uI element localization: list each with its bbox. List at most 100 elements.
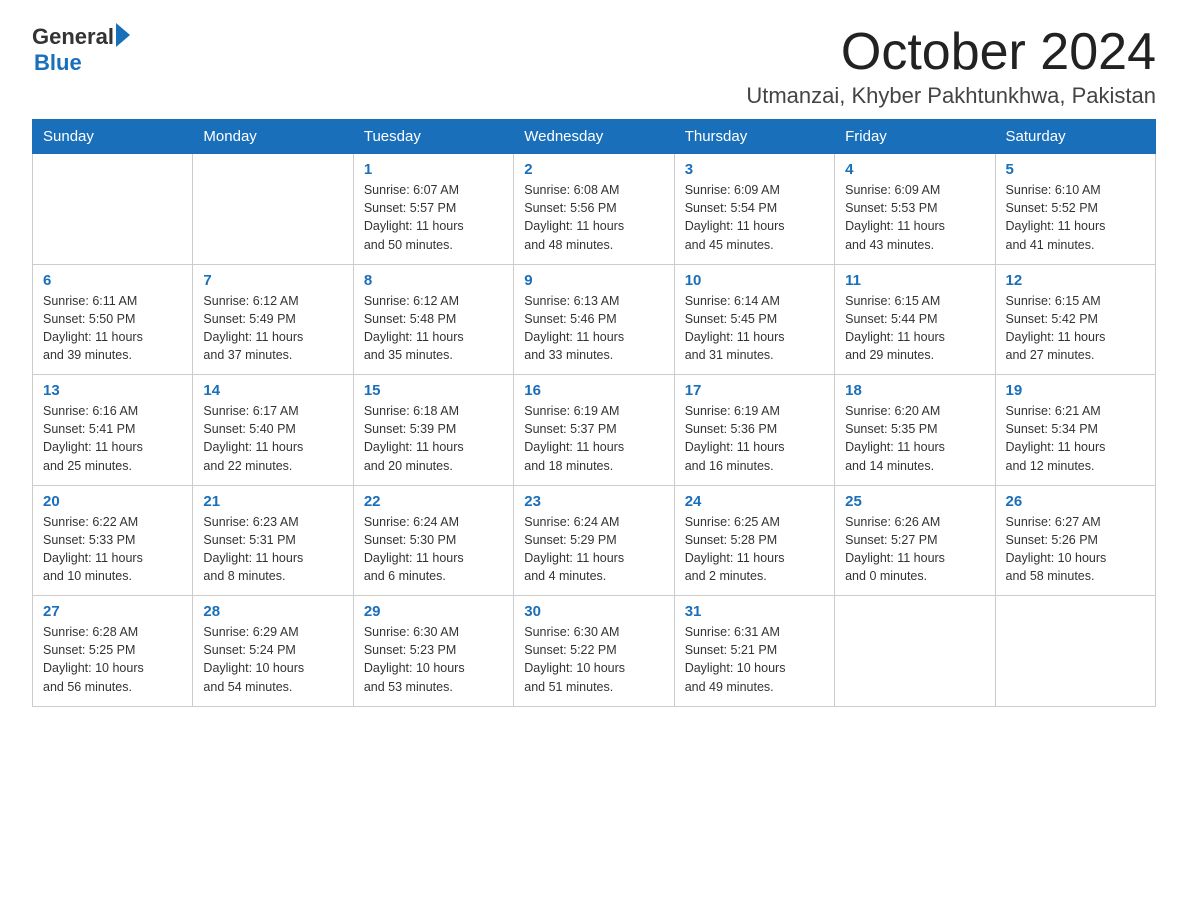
calendar-week-row: 1 Sunrise: 6:07 AM Sunset: 5:57 PM Daylig…: [33, 154, 1156, 265]
day-info: Sunrise: 6:12 AM Sunset: 5:48 PM Dayligh…: [364, 292, 503, 365]
day-info: Sunrise: 6:25 AM Sunset: 5:28 PM Dayligh…: [685, 513, 824, 586]
calendar-cell: 20 Sunrise: 6:22 AM Sunset: 5:33 PM Dayli…: [33, 485, 193, 596]
day-info: Sunrise: 6:09 AM Sunset: 5:54 PM Dayligh…: [685, 181, 824, 254]
day-info: Sunrise: 6:19 AM Sunset: 5:37 PM Dayligh…: [524, 402, 663, 475]
calendar-cell: [33, 154, 193, 265]
day-number: 20: [43, 493, 182, 510]
day-info: Sunrise: 6:14 AM Sunset: 5:45 PM Dayligh…: [685, 292, 824, 365]
month-title: October 2024: [746, 24, 1156, 81]
calendar-week-row: 20 Sunrise: 6:22 AM Sunset: 5:33 PM Dayli…: [33, 485, 1156, 596]
calendar-cell: 8 Sunrise: 6:12 AM Sunset: 5:48 PM Daylig…: [353, 264, 513, 375]
calendar-cell: 24Sunrise: 6:25 AM Sunset: 5:28 PM Dayli…: [674, 485, 834, 596]
day-number: 29: [364, 603, 503, 620]
logo-blue-text: Blue: [34, 50, 82, 75]
day-info: Sunrise: 6:30 AM Sunset: 5:22 PM Dayligh…: [524, 623, 663, 696]
day-info: Sunrise: 6:17 AM Sunset: 5:40 PM Dayligh…: [203, 402, 342, 475]
day-number: 14: [203, 382, 342, 399]
day-info: Sunrise: 6:16 AM Sunset: 5:41 PM Dayligh…: [43, 402, 182, 475]
day-info: Sunrise: 6:20 AM Sunset: 5:35 PM Dayligh…: [845, 402, 984, 475]
calendar-cell: 23 Sunrise: 6:24 AM Sunset: 5:29 PM Dayli…: [514, 485, 674, 596]
day-info: Sunrise: 6:11 AM Sunset: 5:50 PM Dayligh…: [43, 292, 182, 365]
calendar-header-wednesday: Wednesday: [514, 120, 674, 154]
day-info: Sunrise: 6:27 AM Sunset: 5:26 PM Dayligh…: [1006, 513, 1145, 586]
day-number: 27: [43, 603, 182, 620]
day-info: Sunrise: 6:15 AM Sunset: 5:42 PM Dayligh…: [1006, 292, 1145, 365]
day-number: 12: [1006, 272, 1145, 289]
calendar-cell: [835, 596, 995, 707]
calendar-cell: 6 Sunrise: 6:11 AM Sunset: 5:50 PM Daylig…: [33, 264, 193, 375]
day-number: 4: [845, 161, 984, 178]
calendar-cell: 16 Sunrise: 6:19 AM Sunset: 5:37 PM Dayli…: [514, 375, 674, 486]
day-info: Sunrise: 6:24 AM Sunset: 5:30 PM Dayligh…: [364, 513, 503, 586]
logo: General Blue: [32, 24, 130, 76]
day-info: Sunrise: 6:31 AM Sunset: 5:21 PM Dayligh…: [685, 623, 824, 696]
calendar-cell: 27Sunrise: 6:28 AM Sunset: 5:25 PM Dayli…: [33, 596, 193, 707]
calendar-cell: 17 Sunrise: 6:19 AM Sunset: 5:36 PM Dayli…: [674, 375, 834, 486]
day-info: Sunrise: 6:24 AM Sunset: 5:29 PM Dayligh…: [524, 513, 663, 586]
calendar-cell: 5 Sunrise: 6:10 AM Sunset: 5:52 PM Daylig…: [995, 154, 1155, 265]
day-number: 28: [203, 603, 342, 620]
calendar-cell: 13 Sunrise: 6:16 AM Sunset: 5:41 PM Dayli…: [33, 375, 193, 486]
day-info: Sunrise: 6:22 AM Sunset: 5:33 PM Dayligh…: [43, 513, 182, 586]
calendar-cell: 18 Sunrise: 6:20 AM Sunset: 5:35 PM Dayli…: [835, 375, 995, 486]
day-info: Sunrise: 6:29 AM Sunset: 5:24 PM Dayligh…: [203, 623, 342, 696]
calendar-header-saturday: Saturday: [995, 120, 1155, 154]
location-title: Utmanzai, Khyber Pakhtunkhwa, Pakistan: [746, 83, 1156, 109]
calendar-cell: 21 Sunrise: 6:23 AM Sunset: 5:31 PM Dayli…: [193, 485, 353, 596]
day-number: 19: [1006, 382, 1145, 399]
day-number: 3: [685, 161, 824, 178]
day-number: 9: [524, 272, 663, 289]
day-number: 6: [43, 272, 182, 289]
calendar-cell: 3 Sunrise: 6:09 AM Sunset: 5:54 PM Daylig…: [674, 154, 834, 265]
day-info: Sunrise: 6:07 AM Sunset: 5:57 PM Dayligh…: [364, 181, 503, 254]
day-number: 18: [845, 382, 984, 399]
calendar-cell: 29 Sunrise: 6:30 AM Sunset: 5:23 PM Dayli…: [353, 596, 513, 707]
day-number: 8: [364, 272, 503, 289]
calendar-cell: 28 Sunrise: 6:29 AM Sunset: 5:24 PM Dayli…: [193, 596, 353, 707]
calendar-cell: 7Sunrise: 6:12 AM Sunset: 5:49 PM Daylig…: [193, 264, 353, 375]
day-number: 23: [524, 493, 663, 510]
calendar-cell: 12 Sunrise: 6:15 AM Sunset: 5:42 PM Dayli…: [995, 264, 1155, 375]
calendar-cell: 22 Sunrise: 6:24 AM Sunset: 5:30 PM Dayli…: [353, 485, 513, 596]
calendar-cell: [995, 596, 1155, 707]
calendar-cell: 14 Sunrise: 6:17 AM Sunset: 5:40 PM Dayli…: [193, 375, 353, 486]
calendar-cell: 25 Sunrise: 6:26 AM Sunset: 5:27 PM Dayli…: [835, 485, 995, 596]
calendar-week-row: 27Sunrise: 6:28 AM Sunset: 5:25 PM Dayli…: [33, 596, 1156, 707]
day-number: 21: [203, 493, 342, 510]
day-info: Sunrise: 6:23 AM Sunset: 5:31 PM Dayligh…: [203, 513, 342, 586]
calendar-table: SundayMondayTuesdayWednesdayThursdayFrid…: [32, 119, 1156, 707]
calendar-header-monday: Monday: [193, 120, 353, 154]
logo-general-text: General: [32, 24, 114, 50]
day-number: 15: [364, 382, 503, 399]
day-info: Sunrise: 6:09 AM Sunset: 5:53 PM Dayligh…: [845, 181, 984, 254]
logo-triangle-icon: [116, 23, 130, 47]
day-info: Sunrise: 6:10 AM Sunset: 5:52 PM Dayligh…: [1006, 181, 1145, 254]
day-info: Sunrise: 6:12 AM Sunset: 5:49 PM Dayligh…: [203, 292, 342, 365]
calendar-cell: [193, 154, 353, 265]
calendar-header-tuesday: Tuesday: [353, 120, 513, 154]
day-number: 30: [524, 603, 663, 620]
calendar-cell: 31Sunrise: 6:31 AM Sunset: 5:21 PM Dayli…: [674, 596, 834, 707]
calendar-cell: 9 Sunrise: 6:13 AM Sunset: 5:46 PM Daylig…: [514, 264, 674, 375]
day-number: 26: [1006, 493, 1145, 510]
day-number: 1: [364, 161, 503, 178]
calendar-cell: 11Sunrise: 6:15 AM Sunset: 5:44 PM Dayli…: [835, 264, 995, 375]
day-number: 17: [685, 382, 824, 399]
day-number: 22: [364, 493, 503, 510]
title-section: October 2024 Utmanzai, Khyber Pakhtunkhw…: [746, 24, 1156, 109]
calendar-week-row: 6 Sunrise: 6:11 AM Sunset: 5:50 PM Daylig…: [33, 264, 1156, 375]
day-info: Sunrise: 6:30 AM Sunset: 5:23 PM Dayligh…: [364, 623, 503, 696]
day-info: Sunrise: 6:26 AM Sunset: 5:27 PM Dayligh…: [845, 513, 984, 586]
day-info: Sunrise: 6:19 AM Sunset: 5:36 PM Dayligh…: [685, 402, 824, 475]
calendar-cell: 4 Sunrise: 6:09 AM Sunset: 5:53 PM Daylig…: [835, 154, 995, 265]
calendar-cell: 19Sunrise: 6:21 AM Sunset: 5:34 PM Dayli…: [995, 375, 1155, 486]
day-number: 25: [845, 493, 984, 510]
day-number: 13: [43, 382, 182, 399]
calendar-header-friday: Friday: [835, 120, 995, 154]
day-number: 10: [685, 272, 824, 289]
calendar-cell: 10 Sunrise: 6:14 AM Sunset: 5:45 PM Dayli…: [674, 264, 834, 375]
day-number: 16: [524, 382, 663, 399]
calendar-cell: 1 Sunrise: 6:07 AM Sunset: 5:57 PM Daylig…: [353, 154, 513, 265]
day-number: 5: [1006, 161, 1145, 178]
day-info: Sunrise: 6:13 AM Sunset: 5:46 PM Dayligh…: [524, 292, 663, 365]
